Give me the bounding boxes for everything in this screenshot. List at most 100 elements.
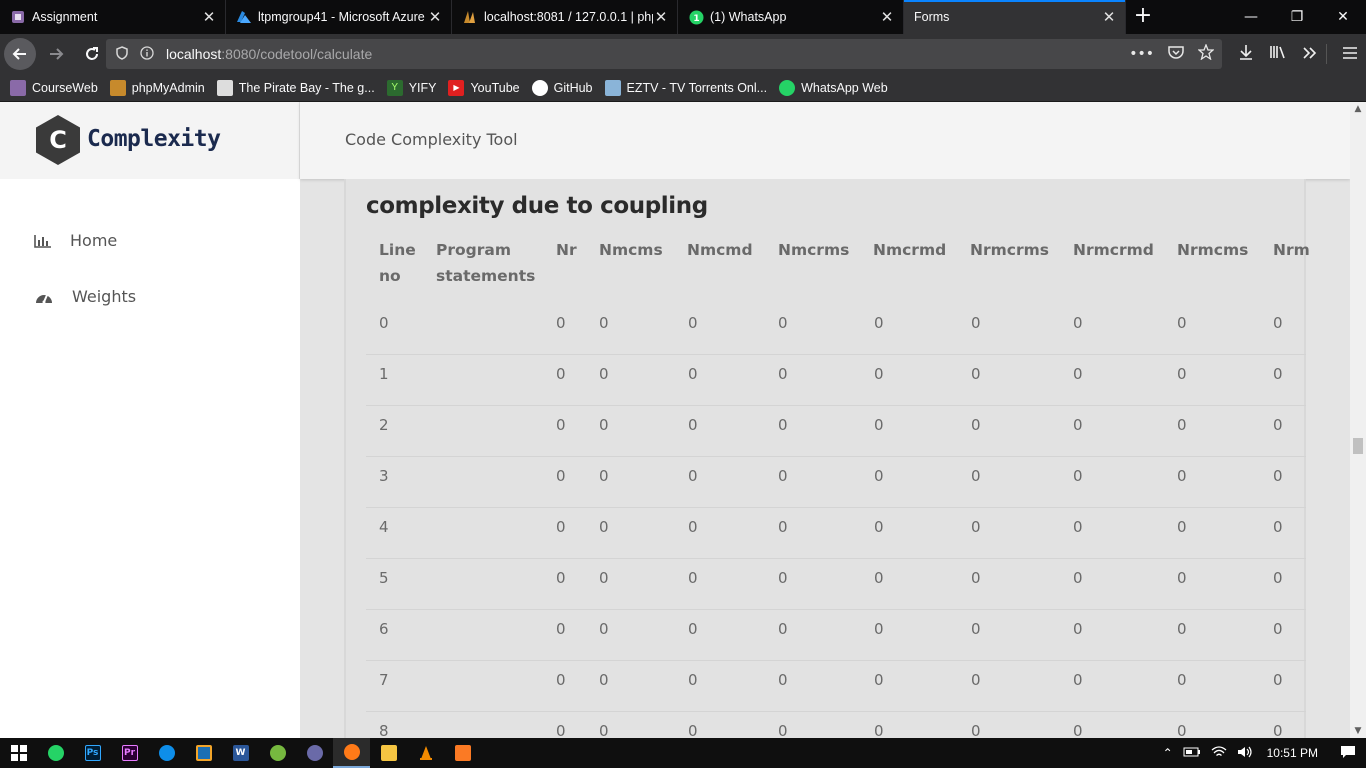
download-icon[interactable]: [1230, 44, 1262, 64]
restore-icon[interactable]: ❐: [1274, 0, 1320, 34]
results-card: complexity due to coupling Line no Progra…: [344, 179, 1310, 738]
bookmark-label: phpMyAdmin: [131, 80, 205, 95]
table-cell: 0: [1073, 671, 1083, 689]
teamviewer-icon: [158, 745, 175, 761]
taskbar-app[interactable]: [296, 738, 333, 768]
tab-whatsapp[interactable]: 1 (1) WhatsApp ✕: [678, 0, 904, 34]
taskbar-premiere[interactable]: Pr: [111, 738, 148, 768]
logo-area[interactable]: C Complexity: [0, 102, 300, 179]
table-cell: 0: [1273, 620, 1283, 638]
virtualbox-icon: [195, 745, 212, 761]
tab-title: Forms: [914, 10, 950, 24]
line-number-cell: 3: [379, 467, 389, 485]
scroll-down-icon[interactable]: ▼: [1350, 724, 1366, 738]
row-divider: [366, 711, 1306, 712]
start-button[interactable]: [0, 738, 37, 768]
app-icon: [306, 745, 323, 761]
taskbar-photoshop[interactable]: Ps: [74, 738, 111, 768]
shield-icon[interactable]: [116, 45, 128, 63]
new-tab-button[interactable]: +: [1126, 0, 1160, 34]
bookmark-item[interactable]: Y YIFY: [386, 79, 437, 96]
taskbar-word[interactable]: W: [222, 738, 259, 768]
address-bar[interactable]: localhost:8080/codetool/calculate •••: [106, 39, 1222, 69]
table-cell: 0: [556, 722, 566, 738]
clock[interactable]: 10:51 PM: [1267, 746, 1318, 760]
table-cell: 0: [971, 416, 981, 434]
taskbar-xampp[interactable]: [444, 738, 481, 768]
bookmark-item[interactable]: phpMyAdmin: [109, 79, 205, 96]
table-cell: 0: [778, 467, 788, 485]
taskbar-file-explorer[interactable]: [370, 738, 407, 768]
taskbar-teamviewer[interactable]: [148, 738, 185, 768]
bookmark-item[interactable]: WhatsApp Web: [779, 79, 888, 96]
courseweb-icon: [10, 79, 26, 96]
taskbar-utorrent[interactable]: [259, 738, 296, 768]
windows-taskbar: Ps Pr W ⌃ 10:51 PM: [0, 738, 1366, 768]
column-header: Nmcrmd: [873, 241, 947, 259]
scroll-thumb[interactable]: [1353, 438, 1363, 454]
table-cell: 0: [1177, 518, 1187, 536]
whatsapp-icon: 1: [688, 9, 704, 25]
dashboard-icon: [36, 294, 52, 303]
table-cell: 0: [688, 722, 698, 738]
sidebar-item-weights[interactable]: Weights: [34, 287, 136, 306]
line-number-cell: 2: [379, 416, 389, 434]
table-cell: 0: [971, 518, 981, 536]
column-header: Nmcrms: [778, 241, 850, 259]
pirate-ship-icon: [216, 79, 233, 96]
taskbar-vlc[interactable]: [407, 738, 444, 768]
xampp-icon: [454, 745, 471, 761]
row-divider: [366, 660, 1306, 661]
close-window-icon[interactable]: ✕: [1320, 0, 1366, 34]
scroll-up-icon[interactable]: ▲: [1350, 102, 1366, 116]
column-header: Nmcmd: [687, 241, 753, 259]
library-icon[interactable]: [1262, 44, 1294, 64]
close-tab-icon[interactable]: ✕: [1101, 9, 1117, 25]
bookmark-item[interactable]: CourseWeb: [10, 79, 98, 96]
table-cell: 0: [971, 722, 981, 738]
overflow-chevron-icon[interactable]: [1294, 45, 1326, 64]
reload-icon: [86, 47, 98, 60]
table-cell: 0: [599, 314, 609, 332]
bookmark-star-icon[interactable]: [1197, 43, 1215, 64]
table-cell: 0: [599, 518, 609, 536]
tab-assignment[interactable]: Assignment ✕: [0, 0, 226, 34]
pocket-icon[interactable]: [1168, 45, 1184, 63]
close-tab-icon[interactable]: ✕: [879, 9, 895, 25]
firefox-icon: [343, 744, 360, 760]
table-cell: 0: [1073, 416, 1083, 434]
table-cell: 0: [1273, 569, 1283, 587]
tab-phpmyadmin[interactable]: localhost:8081 / 127.0.0.1 | phpM ✕: [452, 0, 678, 34]
bookmark-label: YIFY: [408, 80, 437, 95]
sidebar-item-home[interactable]: Home: [34, 231, 117, 250]
taskbar-whatsapp[interactable]: [37, 738, 74, 768]
page-scrollbar[interactable]: ▲ ▼: [1350, 102, 1366, 738]
back-button[interactable]: [4, 38, 36, 70]
wifi-icon[interactable]: [1211, 745, 1227, 761]
table-cell: 0: [874, 569, 884, 587]
tab-azure[interactable]: ltpmgroup41 - Microsoft Azure ✕: [226, 0, 452, 34]
forward-button[interactable]: [40, 38, 72, 70]
tab-forms[interactable]: Forms ✕: [904, 0, 1126, 34]
chevron-up-icon[interactable]: ⌃: [1163, 746, 1173, 760]
close-tab-icon[interactable]: ✕: [653, 9, 669, 25]
minimize-icon[interactable]: —: [1228, 0, 1274, 34]
bookmark-item[interactable]: ▶ YouTube: [448, 79, 520, 96]
bookmark-item[interactable]: EZTV - TV Torrents Onl...: [604, 79, 767, 96]
close-tab-icon[interactable]: ✕: [427, 9, 443, 25]
notifications-icon[interactable]: [1340, 745, 1356, 762]
tab-title: (1) WhatsApp: [710, 10, 787, 24]
reload-button[interactable]: [76, 38, 108, 70]
bookmark-item[interactable]: GitHub: [531, 79, 593, 96]
info-icon[interactable]: [140, 45, 154, 63]
page-actions-icon[interactable]: •••: [1129, 46, 1154, 62]
close-tab-icon[interactable]: ✕: [201, 9, 217, 25]
table-cell: 0: [688, 467, 698, 485]
battery-icon[interactable]: [1183, 746, 1201, 761]
taskbar-virtualbox[interactable]: [185, 738, 222, 768]
hamburger-menu-icon[interactable]: [1334, 45, 1366, 64]
bookmark-item[interactable]: The Pirate Bay - The g...: [216, 79, 375, 96]
table-cell: 0: [556, 416, 566, 434]
volume-icon[interactable]: [1237, 746, 1253, 761]
taskbar-firefox[interactable]: [333, 738, 370, 768]
